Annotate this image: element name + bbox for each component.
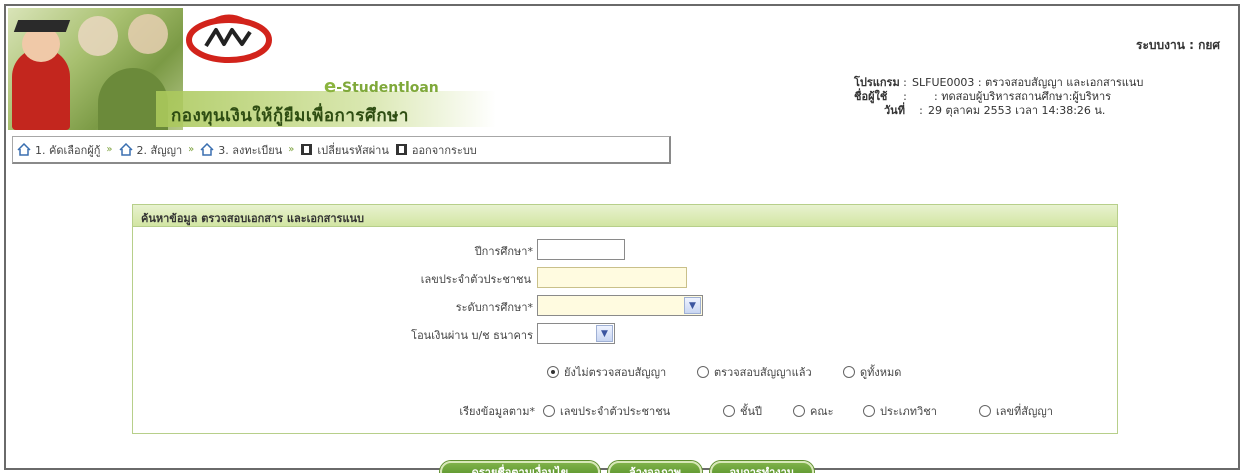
radio-label: เลขประจำตัวประชาชน: [560, 405, 671, 418]
date-value: 29 ตุลาคม 2553 เวลา 14:38:26 น.: [928, 104, 1106, 117]
nav-label: ออกจากระบบ: [411, 143, 477, 157]
sort-radio-year[interactable]: ชั้นปี: [723, 402, 762, 420]
radio-dot: [979, 405, 991, 417]
home-icon: [200, 143, 214, 156]
radio-dot: [547, 366, 559, 378]
door-icon: [395, 144, 407, 155]
radio-label: เลขที่สัญญา: [996, 405, 1053, 418]
home-icon: [17, 143, 31, 156]
chevron-down-icon: ▼: [684, 297, 701, 314]
radio-dot: [723, 405, 735, 417]
status-radio-unchecked[interactable]: ยังไม่ตรวจสอบสัญญา: [547, 363, 666, 381]
sort-label: เรียงข้อมูลตาม*: [459, 405, 535, 418]
estudentloan-brand: e-Studentloan: [324, 76, 439, 97]
arrow-icon: »: [288, 144, 295, 155]
nav-logout[interactable]: ออกจากระบบ: [395, 141, 477, 159]
citizen-id-label: เลขประจำตัวประชาชน: [420, 273, 531, 286]
status-radio-checked[interactable]: ตรวจสอบสัญญาแล้ว: [697, 363, 812, 381]
nav-bar: 1. คัดเลือกผู้กู้ » 2. สัญญา » 3. ลงทะเบ…: [12, 136, 671, 164]
home-icon: [118, 143, 133, 156]
radio-dot: [793, 405, 805, 417]
nav-label: 1. คัดเลือกผู้กู้: [35, 143, 101, 157]
separator: :: [919, 104, 923, 117]
arrow-icon: »: [188, 144, 195, 155]
page-frame: e-Studentloan กองทุนเงินให้กู้ยืมเพื่อกา…: [4, 4, 1240, 473]
date-key: วันที่: [884, 104, 905, 117]
user-key: ชื่อผู้ใช้: [854, 90, 888, 103]
graduate-figure: [78, 16, 118, 56]
separator: :: [903, 90, 907, 103]
radio-dot: [843, 366, 855, 378]
door-icon: [301, 144, 313, 155]
separator: :: [903, 76, 907, 89]
radio-dot: [863, 405, 875, 417]
panel-title: ค้นหาข้อมูล ตรวจสอบเอกสาร และเอกสารแนบ: [133, 205, 1117, 227]
chevron-down-icon: ▼: [596, 325, 613, 342]
nav-select-borrower[interactable]: 1. คัดเลือกผู้กู้: [17, 141, 100, 159]
nav-label: เปลี่ยนรหัสผ่าน: [317, 143, 389, 157]
academic-year-label: ปีการศึกษา*: [474, 245, 533, 258]
session-info: โปรแกรม : SLFUE0003 : ตรวจสอบสัญญา และเอ…: [854, 76, 1143, 118]
program-value: SLFUE0003 : ตรวจสอบสัญญา และเอกสารแนบ: [912, 76, 1144, 89]
clear-button[interactable]: ล้างจอภาพ: [608, 461, 702, 473]
system-label: ระบบงาน : กยศ: [1136, 38, 1220, 52]
education-level-label: ระดับการศึกษา*: [455, 301, 533, 314]
fund-title: กองทุนเงินให้กู้ยืมเพื่อการศึกษา: [171, 106, 409, 126]
bank-transfer-label: โอนเงินผ่าน บ/ช ธนาคาร: [411, 329, 533, 342]
header-banner: e-Studentloan กองทุนเงินให้กู้ยืมเพื่อกา…: [6, 6, 1238, 133]
nav-label: 3. ลงทะเบียน: [218, 143, 283, 157]
sort-radio-subject-type[interactable]: ประเภทวิชา: [863, 402, 937, 420]
bank-transfer-select[interactable]: ▼: [537, 323, 615, 344]
sort-radio-contract-no[interactable]: เลขที่สัญญา: [979, 402, 1053, 420]
nav-register[interactable]: 3. ลงทะเบียน: [200, 141, 282, 159]
nav-label: 2. สัญญา: [136, 143, 183, 157]
education-level-select[interactable]: ▼: [537, 295, 703, 316]
nav-change-password[interactable]: เปลี่ยนรหัสผ่าน: [300, 141, 389, 159]
user-value: : ทดสอบผู้บริหารสถานศึกษา:ผู้บริหาร: [934, 90, 1112, 103]
nav-contract[interactable]: 2. สัญญา: [118, 141, 183, 159]
radio-label: ดูทั้งหมด: [860, 366, 902, 379]
radio-label: ตรวจสอบสัญญาแล้ว: [714, 366, 812, 379]
search-panel: ค้นหาข้อมูล ตรวจสอบเอกสาร และเอกสารแนบ ป…: [132, 204, 1118, 434]
search-button[interactable]: ดูรายชื่อตามเงื่อนไข: [440, 461, 600, 473]
status-radio-all[interactable]: ดูทั้งหมด: [843, 363, 901, 381]
fund-logo-icon: [186, 14, 272, 63]
program-key: โปรแกรม: [854, 76, 900, 89]
graduation-cap: [13, 20, 71, 32]
radio-label: ชั้นปี: [740, 405, 762, 418]
graduate-figure: [128, 14, 168, 54]
radio-dot: [697, 366, 709, 378]
arrow-icon: »: [106, 144, 113, 155]
radio-label: ประเภทวิชา: [880, 405, 937, 418]
radio-dot: [543, 405, 555, 417]
sort-radio-faculty[interactable]: คณะ: [793, 402, 833, 420]
citizen-id-input[interactable]: [537, 267, 687, 288]
radio-label: ยังไม่ตรวจสอบสัญญา: [564, 366, 667, 379]
finish-button[interactable]: จบการทำงาน: [710, 461, 814, 473]
radio-label: คณะ: [810, 405, 834, 418]
academic-year-input[interactable]: [537, 239, 625, 260]
sort-radio-citizen-id[interactable]: เลขประจำตัวประชาชน: [543, 402, 670, 420]
